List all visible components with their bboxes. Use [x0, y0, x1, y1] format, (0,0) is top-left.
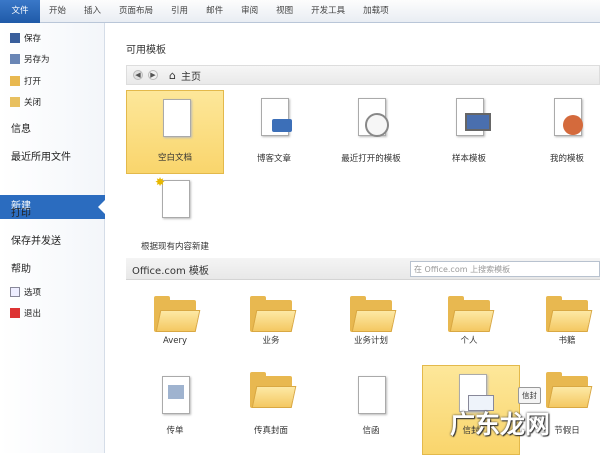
new-from-existing-icon: ✸	[155, 175, 190, 218]
template-nav-bar: ◀ ▶ ⌂ 主页	[126, 65, 600, 85]
tab-review[interactable]: 审阅	[232, 0, 267, 23]
folder-business-plan[interactable]: 业务计划	[322, 292, 420, 376]
folder-icon	[154, 296, 201, 332]
label: 选项	[24, 288, 42, 298]
sidebar-item-print[interactable]: 打印	[11, 204, 31, 219]
template-from-existing[interactable]: ✸ 根据现有内容新建	[126, 172, 224, 256]
template-letter[interactable]: 信函	[322, 368, 420, 452]
folder-icon	[250, 372, 297, 408]
label: 保存	[24, 34, 42, 44]
label: 根据现有内容新建	[140, 242, 209, 252]
label: 样本模板	[451, 154, 486, 164]
ribbon-tabs: 文件 开始 插入 页面布局 引用 邮件 审阅 视图 开发工具 加载项	[0, 0, 600, 23]
tab-addins[interactable]: 加载项	[354, 0, 398, 23]
letter-icon	[358, 376, 386, 414]
label: 退出	[24, 309, 42, 319]
folder-business[interactable]: 业务	[222, 292, 320, 376]
office-search-input[interactable]: 在 Office.com 上搜索模板	[410, 261, 600, 277]
sidebar-item-save[interactable]: 保存	[10, 32, 41, 44]
sidebar-item-options[interactable]: 选项	[10, 286, 41, 298]
tab-developer[interactable]: 开发工具	[302, 0, 354, 23]
label: 信函	[362, 426, 380, 436]
sidebar-item-save-send[interactable]: 保存并发送	[11, 232, 61, 247]
label: 空白文档	[157, 153, 192, 163]
folder-icon	[250, 296, 297, 332]
tab-view[interactable]: 视图	[267, 0, 302, 23]
label: 打开	[24, 77, 42, 87]
flyer-icon	[162, 376, 190, 414]
template-blank-document[interactable]: 空白文档	[126, 90, 224, 174]
back-icon[interactable]: ◀	[133, 70, 143, 80]
template-recent[interactable]: 最近打开的模板	[322, 90, 420, 174]
user-icon	[554, 98, 583, 136]
open-folder-icon	[10, 76, 20, 86]
tooltip: 信封	[518, 387, 541, 404]
save-as-icon	[10, 54, 20, 64]
template-sample[interactable]: 样本模板	[420, 90, 518, 174]
blog-icon	[261, 98, 292, 136]
folder-icon	[350, 296, 397, 332]
tab-references[interactable]: 引用	[162, 0, 197, 23]
nav-home[interactable]: 主页	[181, 68, 201, 83]
exit-icon	[10, 308, 20, 318]
folder-books[interactable]: 书籍	[518, 292, 600, 376]
available-templates-heading: 可用模板	[126, 45, 166, 56]
sidebar-item-help[interactable]: 帮助	[11, 260, 31, 275]
label: Avery	[162, 336, 188, 346]
close-folder-icon	[10, 97, 20, 107]
template-blog-post[interactable]: 博客文章	[225, 90, 323, 174]
tab-layout[interactable]: 页面布局	[110, 0, 162, 23]
label: 书籍	[558, 336, 576, 346]
backstage-sidebar: 保存 另存为 打开 关闭 信息 最近所用文件 新建 打印 保存并发送 帮助 选项…	[0, 23, 106, 453]
tab-home[interactable]: 开始	[40, 0, 75, 23]
forward-icon[interactable]: ▶	[148, 70, 158, 80]
label: 关闭	[24, 98, 42, 108]
sidebar-item-open[interactable]: 打开	[10, 75, 41, 87]
label: 业务	[262, 336, 280, 346]
folder-avery[interactable]: Avery	[126, 292, 224, 376]
clock-icon	[358, 98, 389, 137]
label: 博客文章	[256, 154, 291, 164]
label: 传单	[166, 426, 184, 436]
tab-insert[interactable]: 插入	[75, 0, 110, 23]
sidebar-item-info[interactable]: 信息	[11, 120, 31, 135]
template-flyer[interactable]: 传单	[126, 368, 224, 452]
folder-icon	[448, 296, 495, 332]
label: 最近打开的模板	[341, 154, 401, 164]
label: 传真封面	[253, 426, 288, 436]
label: 另存为	[24, 55, 50, 65]
options-icon	[10, 287, 20, 297]
sidebar-item-close[interactable]: 关闭	[10, 96, 41, 108]
folder-icon	[546, 296, 593, 332]
sidebar-item-save-as[interactable]: 另存为	[10, 53, 50, 65]
folder-icon	[546, 372, 593, 408]
document-icon	[163, 99, 191, 137]
sidebar-item-exit[interactable]: 退出	[10, 307, 41, 319]
template-my-templates[interactable]: 我的模板	[518, 90, 600, 174]
monitor-icon	[456, 98, 491, 136]
folder-fax-cover[interactable]: 传真封面	[222, 368, 320, 452]
save-icon	[10, 33, 20, 43]
home-icon[interactable]: ⌂	[169, 69, 176, 82]
folder-personal[interactable]: 个人	[420, 292, 518, 376]
label: 业务计划	[353, 336, 388, 346]
tab-file[interactable]: 文件	[0, 0, 40, 23]
office-templates-heading: Office.com 模板	[132, 266, 209, 277]
label: 个人	[460, 336, 478, 346]
sidebar-item-recent[interactable]: 最近所用文件	[11, 148, 71, 163]
tab-mailings[interactable]: 邮件	[197, 0, 232, 23]
watermark: 广东龙网	[450, 410, 551, 439]
label: 我的模板	[549, 154, 584, 164]
